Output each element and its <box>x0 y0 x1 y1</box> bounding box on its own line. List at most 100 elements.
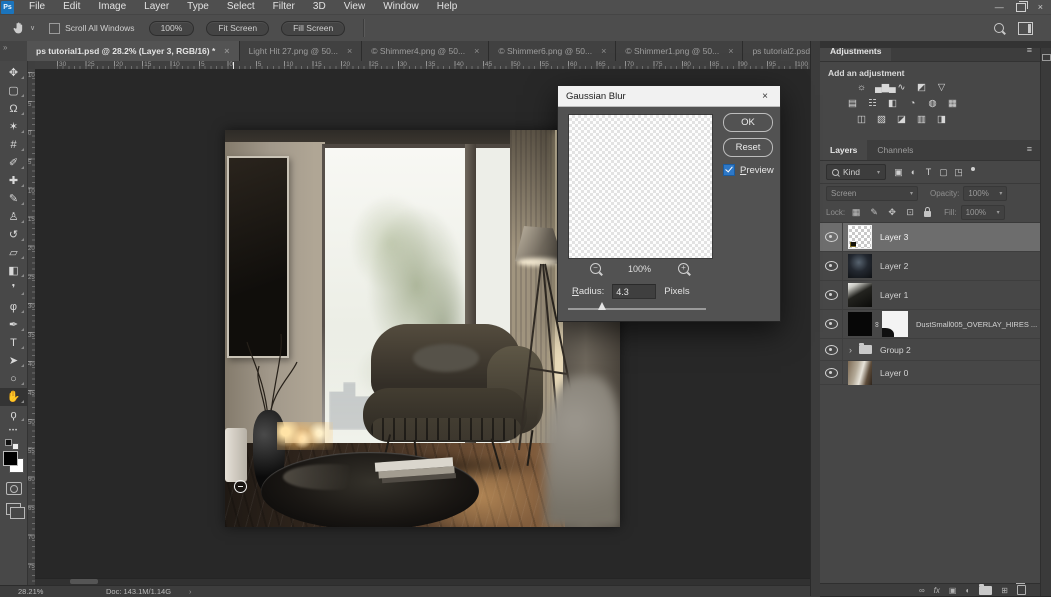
tab-close-icon[interactable]: × <box>224 46 229 56</box>
search-icon[interactable] <box>994 23 1004 33</box>
radius-slider-thumb[interactable] <box>598 302 606 310</box>
menu-item[interactable]: Select <box>218 0 264 14</box>
menu-item[interactable]: Help <box>428 0 467 14</box>
layer-name[interactable]: Layer 0 <box>880 368 908 378</box>
layer-thumbnail[interactable] <box>848 254 872 278</box>
collapsed-panel-strip[interactable] <box>1040 48 1051 596</box>
restore-button[interactable] <box>1016 3 1026 12</box>
preview-checkbox[interactable] <box>723 164 735 176</box>
scroll-all-windows-checkbox[interactable] <box>49 23 60 34</box>
layer-row[interactable]: › ∞ Layer 2 <box>820 252 1040 281</box>
dialog-titlebar[interactable]: Gaussian Blur × <box>558 86 780 107</box>
menu-item[interactable]: Window <box>374 0 428 14</box>
menu-item[interactable]: Image <box>89 0 135 14</box>
visibility-toggle[interactable] <box>820 252 843 280</box>
menu-item[interactable]: Edit <box>54 0 89 14</box>
layer-thumbnail[interactable] <box>848 225 872 249</box>
layer-row[interactable]: › ∞ Group 2 <box>820 339 1040 361</box>
lock-all-icon[interactable] <box>924 211 931 217</box>
rectangular-marquee-tool[interactable]: ▢ <box>0 82 27 100</box>
posterize-icon[interactable]: ▨ <box>875 114 888 126</box>
menu-item[interactable]: Filter <box>264 0 304 14</box>
new-group-icon[interactable] <box>979 586 992 595</box>
photoshop-logo-icon[interactable]: Ps <box>1 1 14 14</box>
layer-style-icon[interactable]: fx <box>934 586 940 595</box>
tab-close-icon[interactable]: × <box>601 46 606 56</box>
curves-icon[interactable]: ∿ <box>895 82 908 94</box>
radius-input[interactable] <box>612 284 656 299</box>
visibility-toggle[interactable] <box>820 339 843 360</box>
foreground-color-swatch[interactable] <box>3 451 18 466</box>
layer-thumbnail[interactable] <box>848 283 872 307</box>
lock-transparent-pixels-icon[interactable]: ▦ <box>849 207 863 218</box>
move-tool[interactable]: ✥ <box>0 64 27 82</box>
tab-channels[interactable]: Channels <box>867 140 923 160</box>
visibility-toggle[interactable] <box>820 281 843 309</box>
menu-item[interactable]: Type <box>178 0 218 14</box>
layer-row[interactable]: › ∞ DustSmall005_OVERLAY_HIRES ... <box>820 310 1040 339</box>
kind-filter-dropdown[interactable]: Kind ▾ <box>826 164 886 180</box>
swap-colors-icon[interactable] <box>0 438 27 450</box>
fill-dropdown[interactable]: 100% ▾ <box>961 205 1005 220</box>
mask-link-icon[interactable]: ∞ <box>873 319 882 329</box>
blur-tool[interactable]: ❜ <box>0 280 27 298</box>
document-tab[interactable]: Light Hit 27.png @ 50... × <box>240 41 363 61</box>
history-brush-tool[interactable]: ↺ <box>0 226 27 244</box>
menu-item[interactable]: View <box>335 0 375 14</box>
color-balance-icon[interactable]: ☷ <box>866 98 879 110</box>
spot-healing-brush-tool[interactable]: ✚ <box>0 172 27 190</box>
tool-preset-chevron-icon[interactable]: ∨ <box>30 24 35 32</box>
pen-tool[interactable]: ✒ <box>0 316 27 334</box>
tab-close-icon[interactable]: × <box>728 46 733 56</box>
layer-mask-thumbnail[interactable] <box>882 311 908 337</box>
black-white-icon[interactable]: ◧ <box>886 98 899 110</box>
visibility-toggle[interactable] <box>820 223 843 251</box>
new-layer-icon[interactable]: ⊞ <box>1001 586 1008 595</box>
close-button[interactable]: × <box>1038 2 1043 12</box>
tab-overflow-chevron[interactable]: » <box>0 41 27 61</box>
document-tab[interactable]: © Shimmer6.png @ 50... × <box>489 41 616 61</box>
layer-thumbnail[interactable] <box>848 361 872 385</box>
filter-smart-objects-icon[interactable]: ◳ <box>952 167 965 178</box>
levels-icon[interactable]: ▄▆▄ <box>875 82 888 94</box>
layer-row[interactable]: › ∞ Layer 0 <box>820 361 1040 385</box>
radius-slider[interactable] <box>568 308 706 310</box>
photo-filter-icon[interactable]: ◔ <box>906 98 919 110</box>
document-tab[interactable]: © Shimmer4.png @ 50... × <box>362 41 489 61</box>
layer-name[interactable]: Layer 1 <box>880 290 908 300</box>
zoom-out-icon[interactable]: − <box>590 263 601 274</box>
blur-preview-area[interactable] <box>568 114 713 259</box>
filter-toggle-pin-icon[interactable] <box>971 167 975 171</box>
layer-name[interactable]: Layer 3 <box>880 232 908 242</box>
minimize-button[interactable]: — <box>995 2 1004 12</box>
invert-icon[interactable]: ◫ <box>855 114 868 126</box>
layer-row[interactable]: › ∞ Layer 1 <box>820 281 1040 310</box>
menu-item[interactable]: Layer <box>135 0 178 14</box>
layer-name[interactable]: DustSmall005_OVERLAY_HIRES ... <box>916 320 1037 329</box>
layer-row[interactable]: › ∞ Layer 3 <box>820 223 1040 252</box>
gradient-map-icon[interactable]: ▥ <box>915 114 928 126</box>
blend-mode-dropdown[interactable]: Screen ▾ <box>826 186 918 201</box>
dialog-close-icon[interactable]: × <box>758 91 772 102</box>
layer-thumbnail[interactable] <box>848 312 872 336</box>
screen-mode-icon[interactable] <box>6 503 21 515</box>
channel-mixer-icon[interactable]: ◍ <box>926 98 939 110</box>
tab-layers[interactable]: Layers <box>820 140 867 160</box>
zoom-100-button[interactable]: 100% <box>149 21 195 36</box>
fit-screen-button[interactable]: Fit Screen <box>206 21 269 36</box>
brightness-contrast-icon[interactable]: ☼ <box>855 82 868 94</box>
ellipse-tool[interactable]: ○ <box>0 370 27 388</box>
lock-artboard-icon[interactable]: ⊡ <box>903 207 917 218</box>
hue-saturation-icon[interactable]: ▤ <box>846 98 859 110</box>
add-layer-mask-icon[interactable]: ▣ <box>949 586 957 595</box>
reset-button[interactable]: Reset <box>723 138 773 157</box>
visibility-toggle[interactable] <box>820 310 843 338</box>
eyedropper-tool[interactable]: ✐ <box>0 154 27 172</box>
threshold-icon[interactable]: ◪ <box>895 114 908 126</box>
filter-pixel-layers-icon[interactable]: ▣ <box>892 167 905 178</box>
document-tab[interactable]: ps tutorial1.psd @ 28.2% (Layer 3, RGB/1… <box>27 41 240 61</box>
edit-toolbar-icon[interactable]: ••• <box>0 424 27 438</box>
path-selection-tool[interactable]: ➤ <box>0 352 27 370</box>
zoom-level-field[interactable]: 28.21% <box>18 587 78 596</box>
document-tab[interactable]: ps tutorial2.psd @ 33.3... × <box>743 41 810 61</box>
